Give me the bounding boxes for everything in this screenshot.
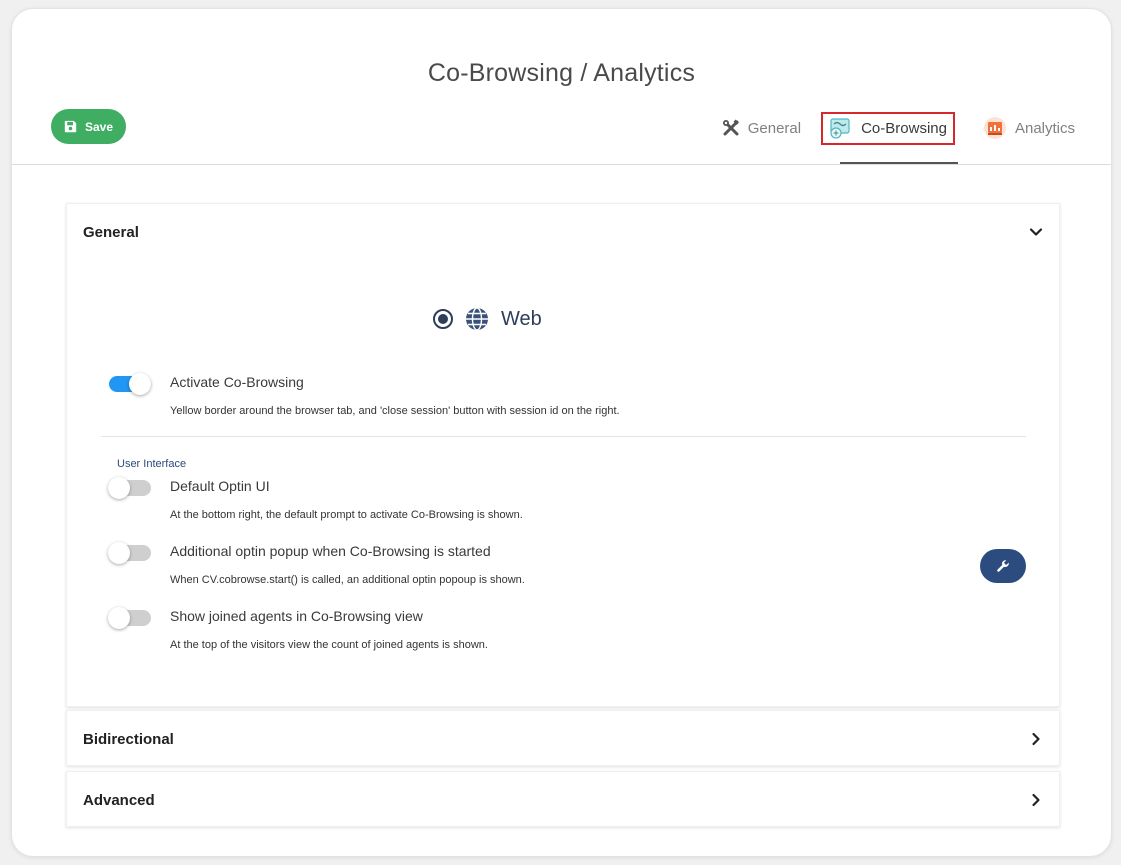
tab-co-browsing-label: Co-Browsing bbox=[861, 119, 947, 137]
header-divider bbox=[12, 164, 1111, 165]
chevron-right-icon bbox=[1032, 793, 1040, 807]
activate-co-browsing-desc: Yellow border around the browser tab, an… bbox=[170, 405, 620, 417]
additional-optin-popup-desc: When CV.cobrowse.start() is called, an a… bbox=[170, 574, 525, 586]
additional-optin-popup-label: Additional optin popup when Co-Browsing … bbox=[170, 543, 491, 559]
additional-optin-popup-toggle[interactable] bbox=[108, 542, 151, 564]
advanced-panel-title: Advanced bbox=[83, 791, 155, 809]
bidirectional-panel: Bidirectional bbox=[66, 710, 1060, 766]
channel-web: Web bbox=[433, 307, 542, 331]
activate-co-browsing-toggle[interactable] bbox=[109, 373, 151, 395]
user-interface-label: User Interface bbox=[117, 458, 187, 470]
save-button-label: Save bbox=[84, 119, 114, 134]
advanced-panel-header[interactable]: Advanced bbox=[67, 772, 1059, 828]
general-panel: General Web Activate Co-Browsing Yellow … bbox=[66, 203, 1060, 707]
globe-icon bbox=[466, 307, 488, 331]
tab-general-label: General bbox=[747, 119, 802, 137]
page-title: Co-Browsing / Analytics bbox=[427, 59, 696, 87]
general-panel-title: General bbox=[83, 223, 139, 241]
tab-analytics[interactable]: Analytics bbox=[977, 111, 1081, 145]
general-panel-header[interactable]: General bbox=[67, 204, 1059, 260]
tab-co-browsing[interactable]: Co-Browsing bbox=[821, 111, 955, 145]
default-optin-ui-desc: At the bottom right, the default prompt … bbox=[170, 509, 523, 521]
settings-card: Co-Browsing / Analytics Save General Co-… bbox=[11, 8, 1112, 857]
activate-co-browsing-label: Activate Co-Browsing bbox=[170, 374, 304, 390]
chevron-down-icon bbox=[1029, 228, 1043, 236]
bidirectional-panel-header[interactable]: Bidirectional bbox=[67, 711, 1059, 767]
show-joined-agents-desc: At the top of the visitors view the coun… bbox=[170, 639, 488, 651]
show-joined-agents-label: Show joined agents in Co-Browsing view bbox=[170, 608, 423, 624]
tools-icon bbox=[722, 119, 739, 136]
tab-general[interactable]: General bbox=[716, 111, 807, 145]
save-button[interactable]: Save bbox=[51, 109, 126, 144]
configure-ui-button[interactable] bbox=[980, 549, 1026, 583]
cobrowsing-icon bbox=[830, 118, 850, 139]
tab-bar: General Co-Browsing Analytics bbox=[716, 111, 1081, 145]
floppy-disk-icon bbox=[64, 120, 77, 133]
web-radio[interactable] bbox=[433, 309, 453, 329]
tab-analytics-label: Analytics bbox=[1014, 119, 1075, 137]
analytics-icon bbox=[983, 117, 1006, 139]
web-label: Web bbox=[501, 307, 542, 330]
wrench-icon bbox=[997, 560, 1009, 572]
default-optin-ui-toggle[interactable] bbox=[108, 477, 151, 499]
default-optin-ui-label: Default Optin UI bbox=[170, 478, 270, 494]
bidirectional-panel-title: Bidirectional bbox=[83, 730, 174, 748]
chevron-right-icon bbox=[1032, 732, 1040, 746]
show-joined-agents-toggle[interactable] bbox=[108, 607, 151, 629]
section-divider bbox=[101, 436, 1026, 437]
advanced-panel: Advanced bbox=[66, 771, 1060, 827]
